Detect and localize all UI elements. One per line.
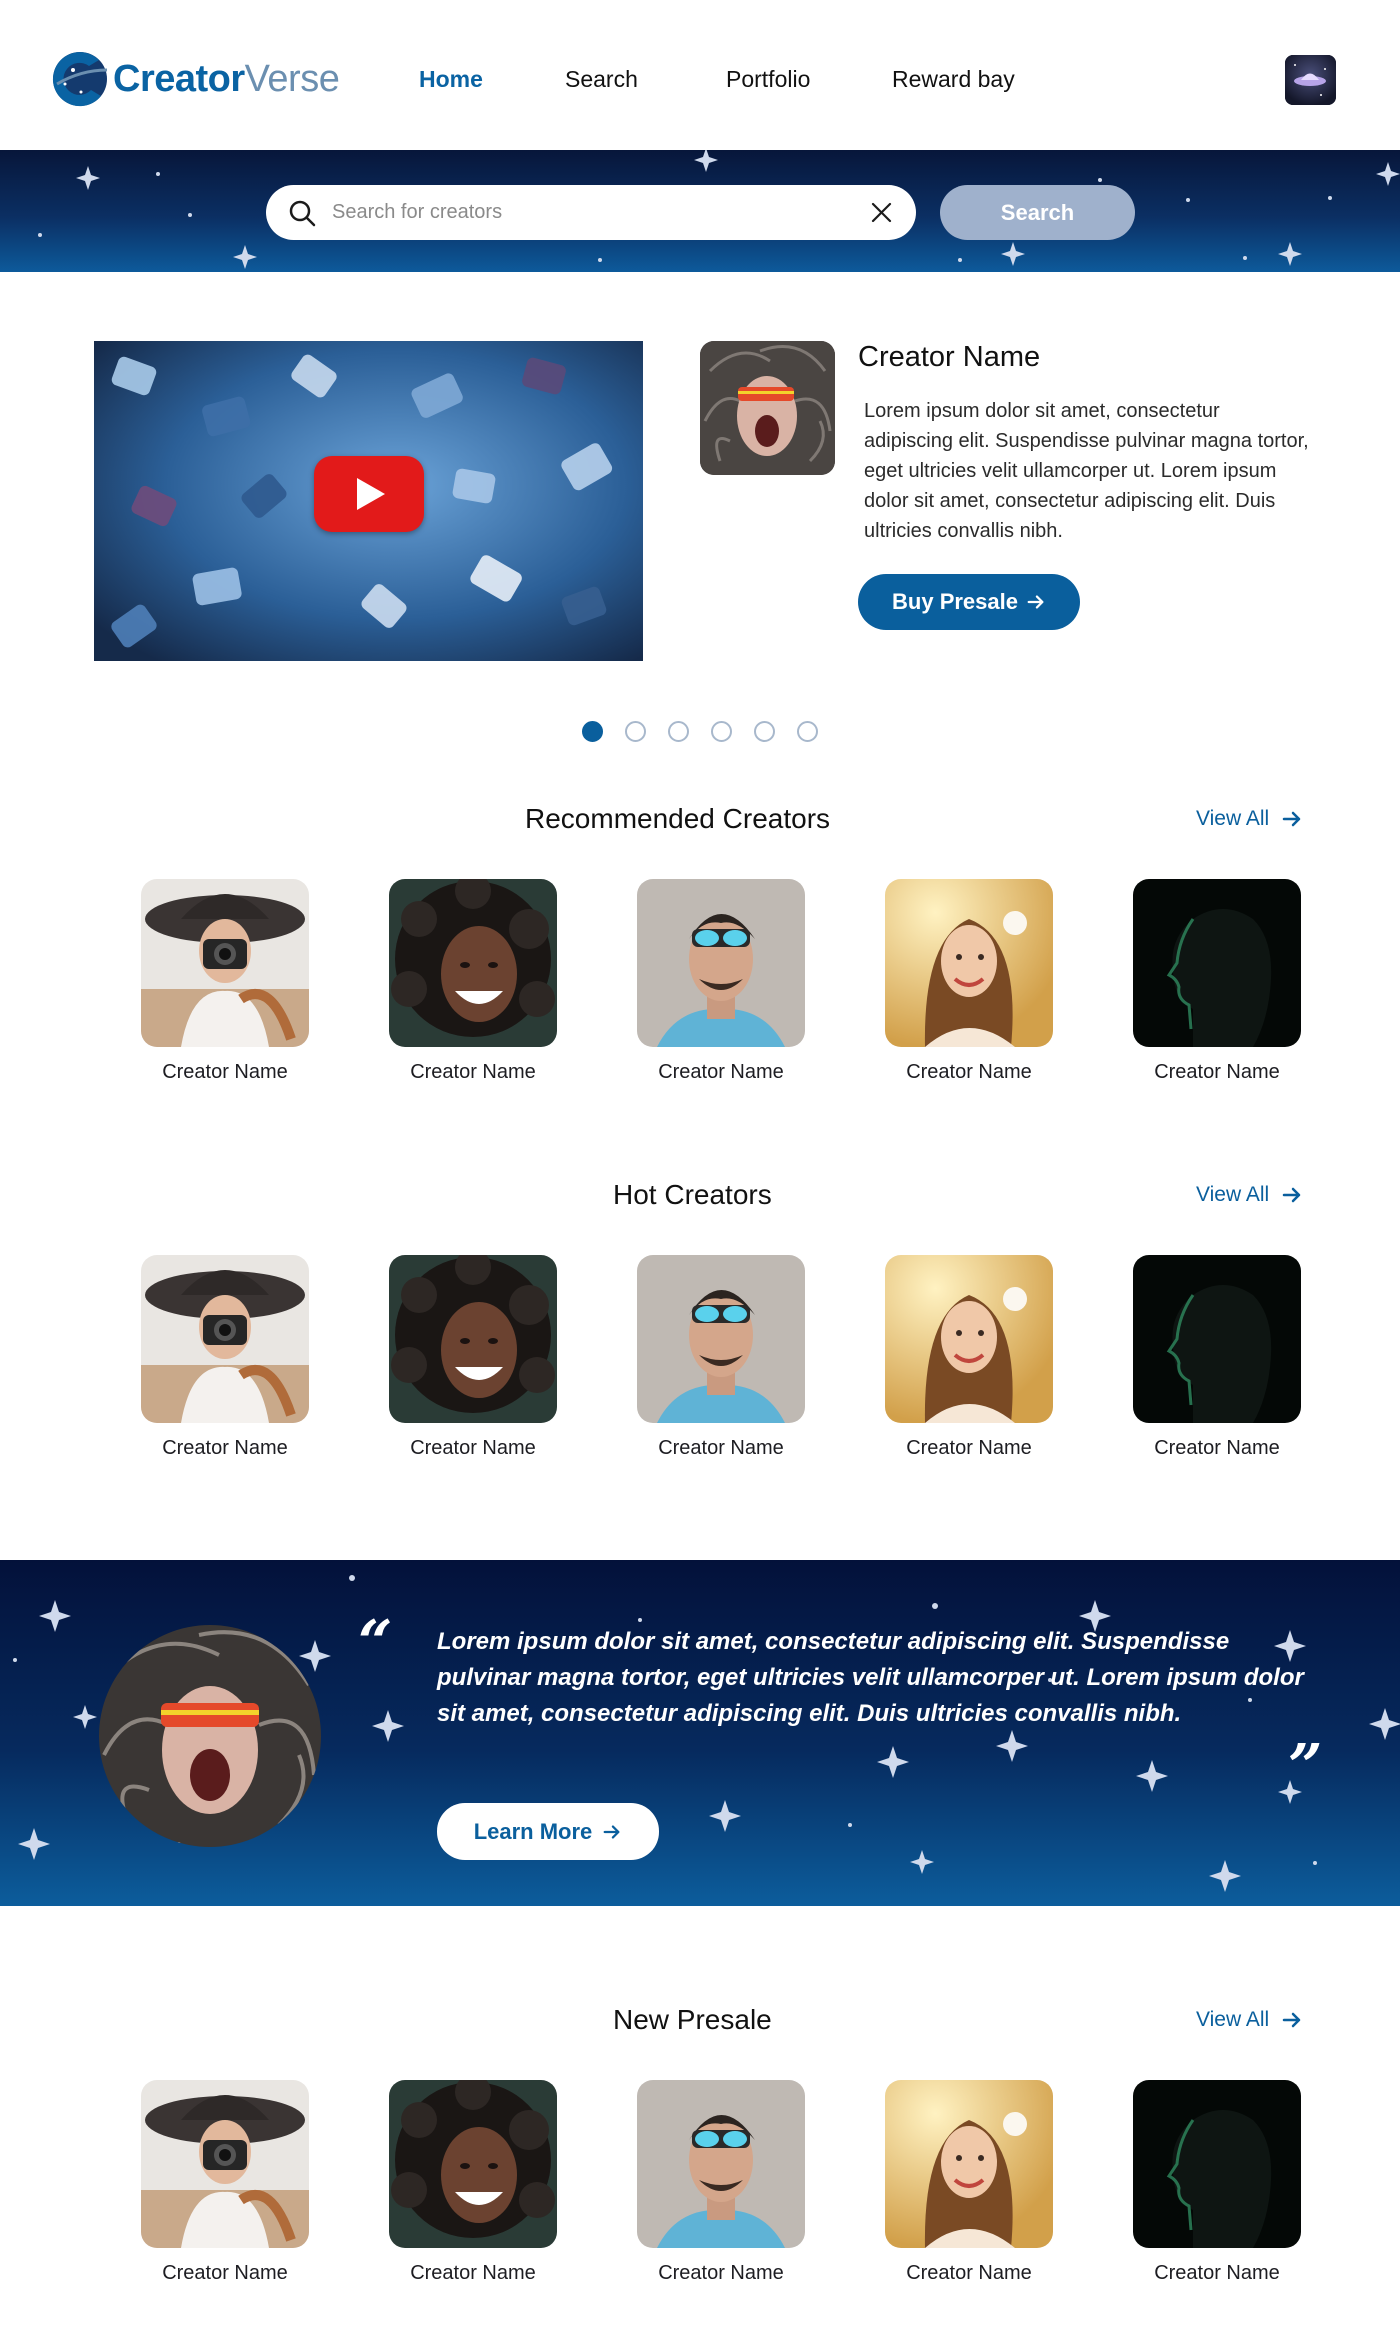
creator-photo[interactable] [141,879,309,1047]
featured-video[interactable] [94,341,643,661]
play-icon[interactable] [314,456,424,532]
testimonial-banner: “ Lorem ipsum dolor sit amet, consectetu… [0,1560,1400,1906]
creator-name: Creator Name [658,1061,784,1083]
brand-logo[interactable]: CreatorVerse [51,48,340,110]
creator-photo[interactable] [1133,2080,1301,2248]
creator-card[interactable]: Creator Name [621,2080,821,2285]
creator-name: Creator Name [410,2262,536,2284]
creator-name: Creator Name [1154,1437,1280,1459]
brand-name-part2: Verse [244,57,340,100]
new-presale-title: New Presale [613,2004,772,2035]
nav-search[interactable]: Search [565,66,638,93]
creator-photo[interactable] [141,2080,309,2248]
creator-photo[interactable] [885,2080,1053,2248]
top-header: CreatorVerse Home Search Portfolio Rewar… [0,0,1400,150]
recommended-view-all[interactable]: View All [1196,807,1303,831]
carousel-dot-5[interactable] [754,721,775,742]
carousel-dot-1[interactable] [582,721,603,742]
search-banner: Search [0,150,1400,272]
creator-card[interactable]: Creator Name [869,1255,1069,1460]
search-button[interactable]: Search [940,185,1135,240]
brand-name: CreatorVerse [113,57,340,101]
creator-photo[interactable] [389,2080,557,2248]
featured-creator-name: Creator Name [858,341,1041,373]
arrow-right-icon [1282,811,1301,827]
creator-card[interactable]: Creator Name [125,2080,325,2285]
carousel-dot-3[interactable] [668,721,689,742]
featured-creator-description: Lorem ipsum dolor sit amet, consectetur … [864,400,1309,542]
creator-photo[interactable] [1133,1255,1301,1423]
logo-icon [52,52,108,107]
creator-card[interactable]: Creator Name [125,1255,325,1460]
hot-title: Hot Creators [613,1179,772,1210]
creator-card[interactable]: Creator Name [1117,1255,1317,1460]
creator-photo[interactable] [885,1255,1053,1423]
quote-open-icon: “ [358,1608,393,1678]
buy-presale-button[interactable]: Buy Presale [858,574,1080,630]
view-all-label: View All [1196,807,1270,830]
creator-card[interactable]: Creator Name [1117,2080,1317,2285]
creator-photo[interactable] [637,2080,805,2248]
creator-photo[interactable] [637,879,805,1047]
creator-name: Creator Name [410,1437,536,1459]
carousel-dot-6[interactable] [797,721,818,742]
creator-name: Creator Name [1154,1061,1280,1083]
quote-close-icon: ” [1288,1732,1323,1802]
creator-card[interactable]: Creator Name [373,879,573,1084]
creator-name: Creator Name [906,1437,1032,1459]
search-icon [289,200,316,227]
creator-photo[interactable] [637,1255,805,1423]
arrow-right-icon [1282,2012,1301,2028]
creator-card[interactable]: Creator Name [125,879,325,1084]
buy-presale-label: Buy Presale [892,589,1018,614]
creator-photo[interactable] [141,1255,309,1423]
nav-reward-bay[interactable]: Reward bay [892,66,1015,93]
user-avatar-icon[interactable] [1285,55,1336,105]
learn-more-button[interactable]: Learn More [437,1803,659,1860]
featured-creator-avatar[interactable] [700,341,835,475]
creator-name: Creator Name [162,1437,288,1459]
carousel-indicator [582,721,818,742]
new-presale-view-all[interactable]: View All [1196,2008,1303,2032]
creator-card[interactable]: Creator Name [1117,879,1317,1084]
creator-name: Creator Name [906,1061,1032,1083]
arrow-right-icon [1027,595,1044,609]
creator-card[interactable]: Creator Name [373,1255,573,1460]
nav-portfolio[interactable]: Portfolio [726,66,810,93]
search-input[interactable] [332,193,832,231]
creator-card[interactable]: Creator Name [621,879,821,1084]
creator-photo[interactable] [389,1255,557,1423]
carousel-dot-2[interactable] [625,721,646,742]
creator-card[interactable]: Creator Name [869,879,1069,1084]
creator-name: Creator Name [658,2262,784,2284]
view-all-label: View All [1196,1183,1270,1206]
nav-home[interactable]: Home [419,66,483,93]
creator-name: Creator Name [906,2262,1032,2284]
creator-card[interactable]: Creator Name [373,2080,573,2285]
testimonial-avatar [99,1625,321,1847]
view-all-label: View All [1196,2008,1270,2031]
creator-card[interactable]: Creator Name [621,1255,821,1460]
creator-card[interactable]: Creator Name [869,2080,1069,2285]
creator-photo[interactable] [389,879,557,1047]
recommended-title: Recommended Creators [525,803,831,834]
creator-name: Creator Name [658,1437,784,1459]
close-icon[interactable] [869,200,894,225]
creator-name: Creator Name [162,2262,288,2284]
creator-photo[interactable] [885,879,1053,1047]
learn-more-label: Learn More [473,1818,593,1844]
hot-view-all[interactable]: View All [1196,1183,1303,1207]
creator-name: Creator Name [410,1061,536,1083]
brand-name-part1: Creator [113,57,245,100]
carousel-dot-4[interactable] [711,721,732,742]
arrow-right-icon [603,1824,620,1839]
search-field [266,185,916,240]
creator-name: Creator Name [162,1061,288,1083]
arrow-right-icon [1282,1187,1301,1203]
testimonial-text: Lorem ipsum dolor sit amet, consectetur … [437,1628,1304,1727]
creator-photo[interactable] [1133,879,1301,1047]
creator-name: Creator Name [1154,2262,1280,2284]
